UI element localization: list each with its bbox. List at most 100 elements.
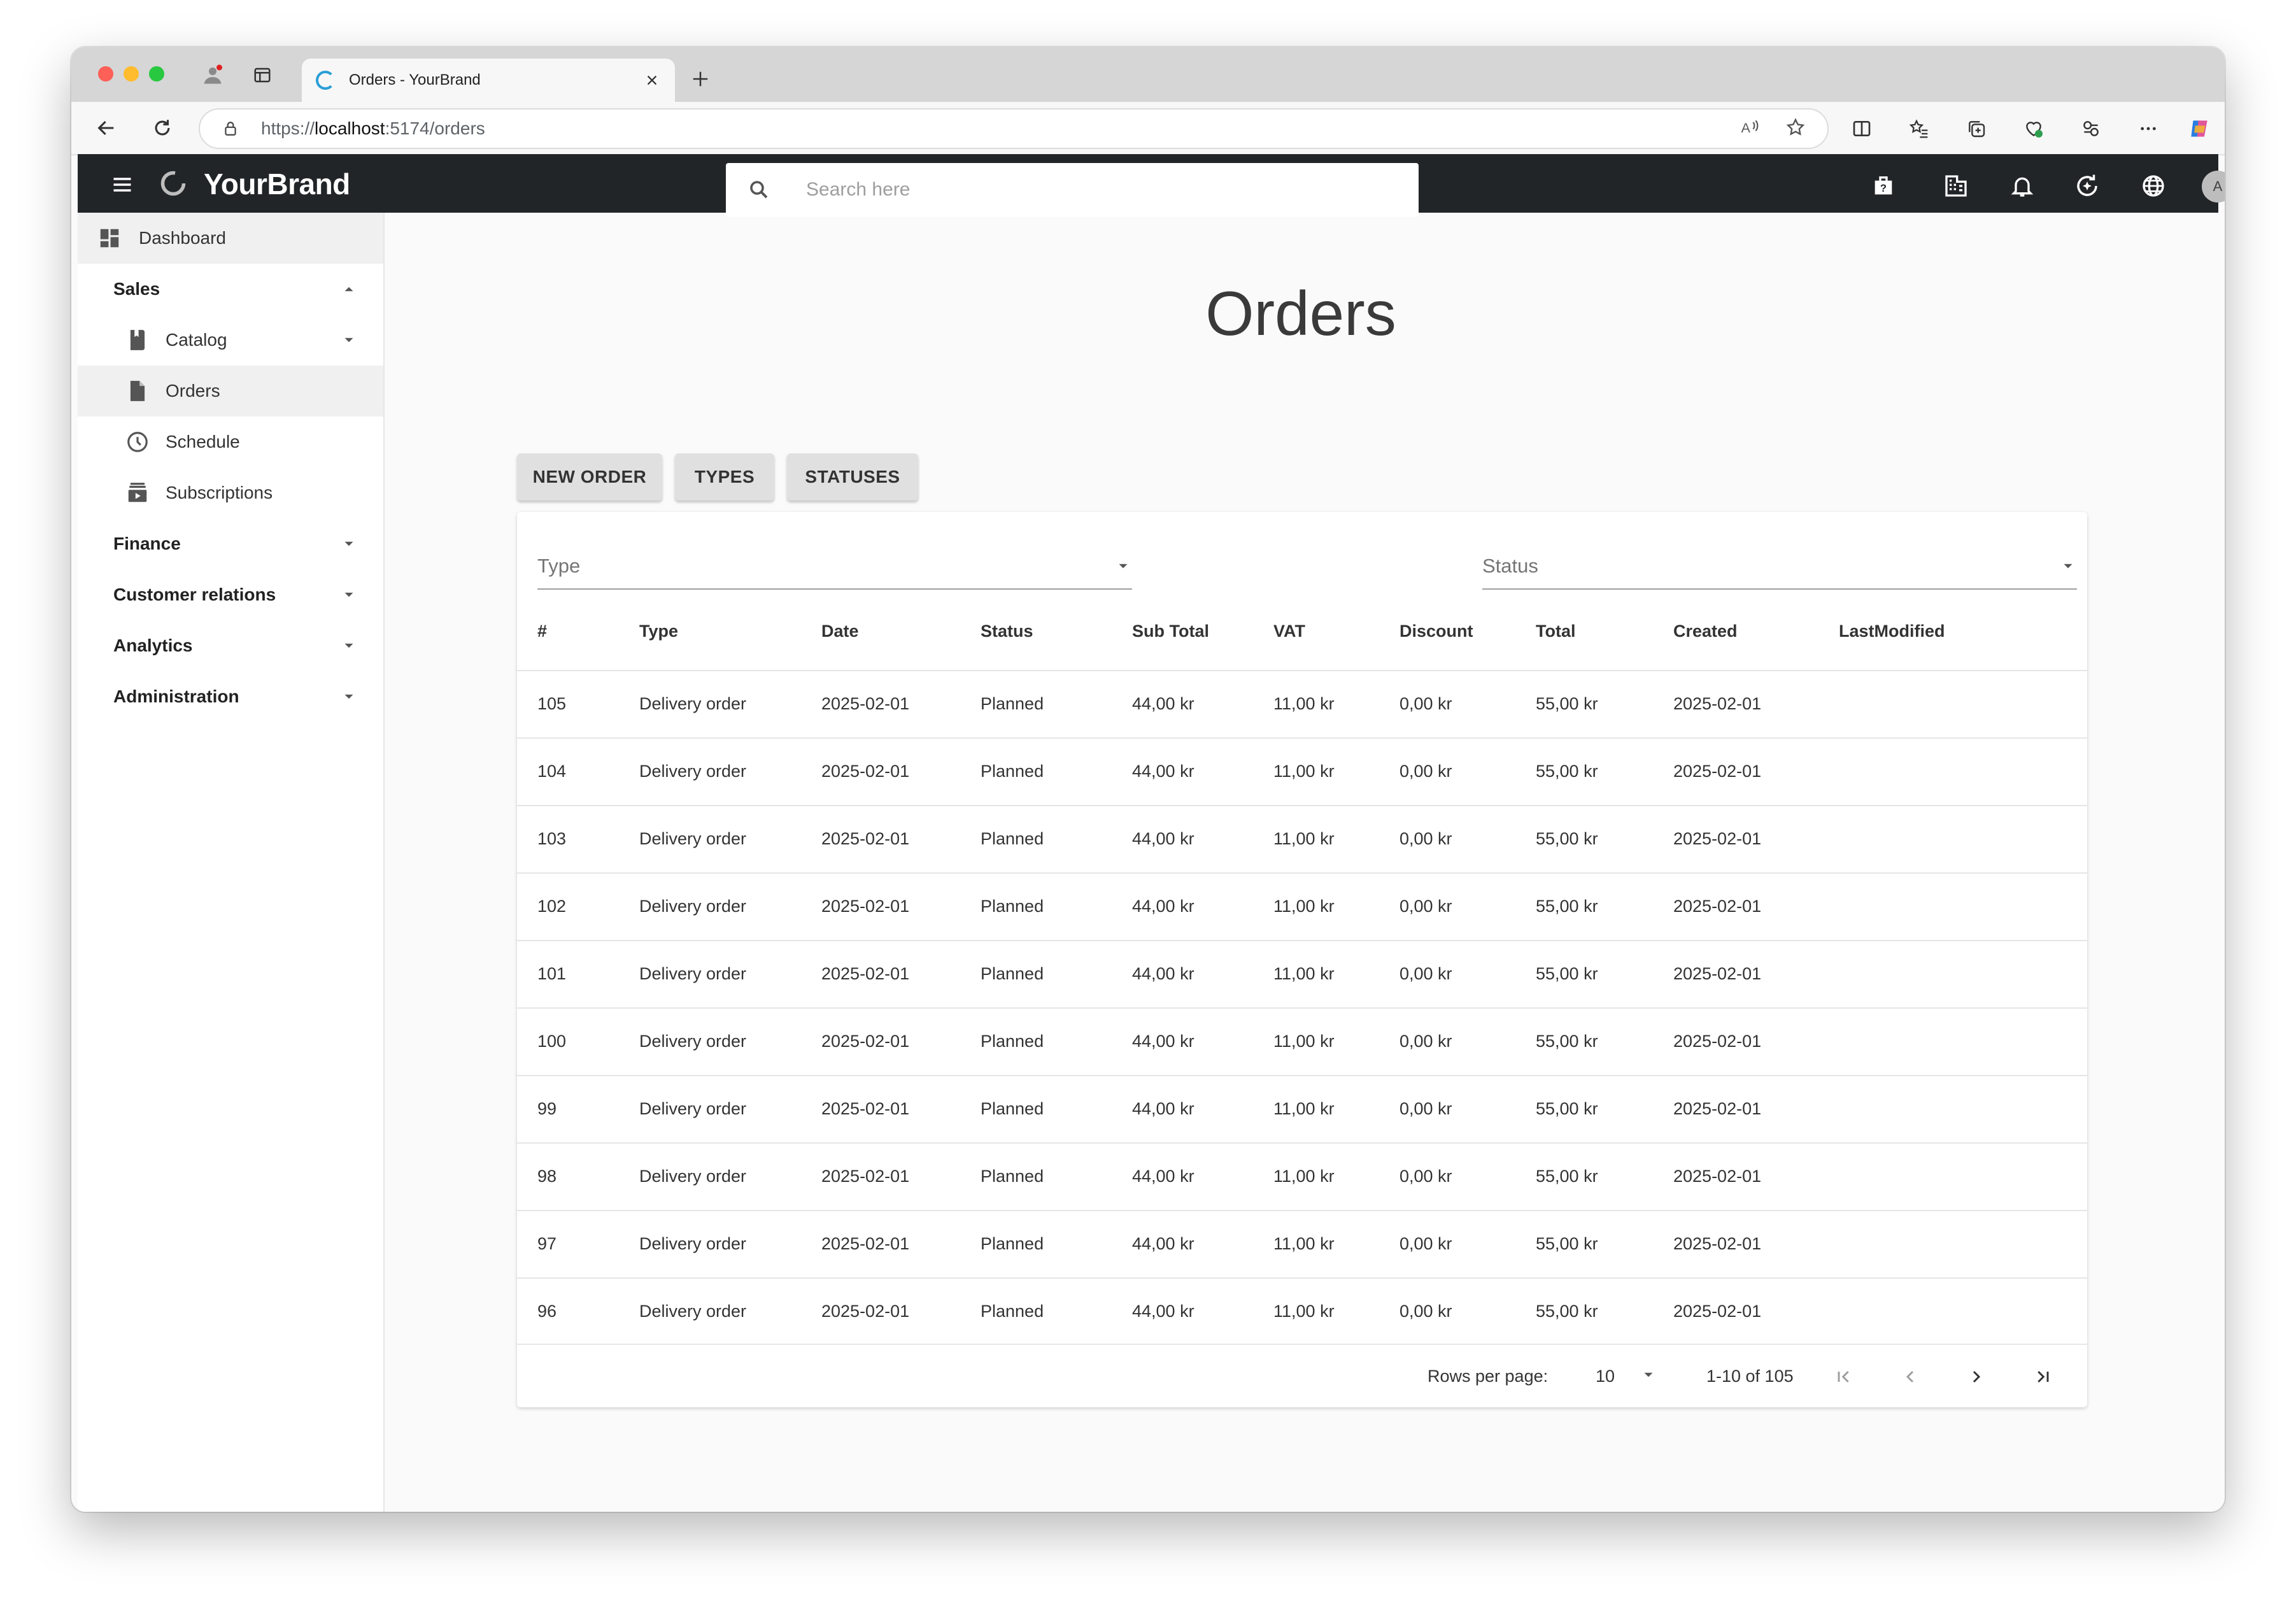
search-box[interactable] — [726, 163, 1419, 217]
site-info-lock-icon[interactable] — [220, 120, 241, 137]
hamburger-icon[interactable] — [107, 169, 138, 200]
chevron-down-icon[interactable] — [1640, 1367, 1657, 1386]
cell-number: 101 — [537, 964, 567, 983]
language-icon[interactable] — [2137, 169, 2170, 203]
new-tab-icon[interactable] — [683, 61, 718, 97]
column-header-created[interactable]: Created — [1673, 622, 1738, 641]
favorites-icon[interactable] — [1904, 113, 1934, 144]
cell-type: Delivery order — [639, 1167, 747, 1186]
cell-created: 2025-02-01 — [1673, 1234, 1762, 1253]
chevron-down-icon — [2059, 557, 2077, 575]
type-filter-select[interactable]: Type — [537, 544, 1132, 590]
cell-number: 105 — [537, 694, 567, 713]
profile-icon[interactable] — [199, 61, 227, 89]
cell-status: Planned — [981, 1234, 1044, 1253]
ai-sync-icon[interactable] — [2071, 169, 2104, 203]
cell-created: 2025-02-01 — [1673, 964, 1762, 983]
browser-essentials-icon[interactable] — [2018, 113, 2049, 144]
cell-date: 2025-02-01 — [821, 1032, 910, 1051]
extensions-icon[interactable] — [2076, 113, 2106, 144]
read-aloud-icon[interactable]: A — [1740, 117, 1760, 141]
column-header-status[interactable]: Status — [981, 622, 1033, 641]
avatar[interactable]: A — [2202, 171, 2225, 203]
maximize-window-button[interactable] — [149, 66, 164, 82]
status-filter-select[interactable]: Status — [1482, 544, 2077, 590]
column-header-total[interactable]: Total — [1536, 622, 1576, 641]
notifications-icon[interactable] — [2006, 169, 2039, 203]
table-row[interactable]: 98 Delivery order 2025-02-01 Planned 44,00 k… — [517, 1142, 2087, 1211]
search-input[interactable] — [805, 178, 1419, 201]
cell-discount: 0,00 kr — [1400, 762, 1452, 781]
rows-per-page-select[interactable]: 10 — [1596, 1367, 1615, 1386]
table-row[interactable]: 97 Delivery order 2025-02-01 Planned 44,00 k… — [517, 1210, 2087, 1279]
column-header-last-modified[interactable]: LastModified — [1839, 622, 1945, 641]
cell-vat: 11,00 kr — [1273, 964, 1335, 983]
types-button[interactable]: TYPES — [675, 453, 774, 501]
help-icon[interactable]: ? — [1867, 169, 1900, 203]
more-options-icon[interactable] — [2133, 113, 2164, 144]
cell-total: 55,00 kr — [1536, 1167, 1598, 1186]
table-row[interactable]: 104 Delivery order 2025-02-01 Planned 44,00 … — [517, 737, 2087, 806]
cell-number: 99 — [537, 1099, 557, 1118]
organization-icon[interactable] — [1939, 169, 1973, 203]
sidebar-group-sales[interactable]: Sales — [78, 264, 383, 315]
browser-tab-active[interactable]: Orders - YourBrand — [302, 59, 675, 102]
sidebar-group-finance[interactable]: Finance — [78, 518, 383, 569]
column-header-discount[interactable]: Discount — [1400, 622, 1473, 641]
cell-subtotal: 44,00 kr — [1132, 1167, 1194, 1186]
sidebar-item-orders[interactable]: Orders — [78, 366, 383, 416]
cell-total: 55,00 kr — [1536, 1099, 1598, 1118]
column-header-vat[interactable]: VAT — [1273, 622, 1305, 641]
cell-discount: 0,00 kr — [1400, 1167, 1452, 1186]
column-header-number[interactable]: # — [537, 622, 547, 641]
sidebar-group-administration[interactable]: Administration — [78, 671, 383, 722]
minimize-window-button[interactable] — [124, 66, 139, 82]
split-screen-icon[interactable] — [1846, 113, 1877, 144]
cell-vat: 11,00 kr — [1273, 897, 1335, 916]
cell-type: Delivery order — [639, 694, 747, 713]
sidebar-item-schedule[interactable]: Schedule — [78, 416, 383, 467]
new-order-button[interactable]: NEW ORDER — [517, 453, 662, 501]
sidebar-group-analytics[interactable]: Analytics — [78, 620, 383, 671]
copilot-icon[interactable] — [2184, 113, 2215, 144]
sidebar-item-catalog[interactable]: Catalog — [78, 315, 383, 366]
table-row[interactable]: 101 Delivery order 2025-02-01 Planned 44,00 … — [517, 940, 2087, 1009]
tab-actions-icon[interactable] — [248, 61, 276, 89]
sidebar-item-dashboard[interactable]: Dashboard — [78, 213, 383, 264]
first-page-icon[interactable] — [1829, 1361, 1859, 1392]
last-page-icon[interactable] — [2027, 1361, 2058, 1392]
reload-icon[interactable] — [146, 112, 178, 144]
cell-discount: 0,00 kr — [1400, 1302, 1452, 1321]
table-row[interactable]: 100 Delivery order 2025-02-01 Planned 44,00 … — [517, 1007, 2087, 1076]
cell-subtotal: 44,00 kr — [1132, 1234, 1194, 1253]
table-row[interactable]: 96 Delivery order 2025-02-01 Planned 44,00 k… — [517, 1277, 2087, 1346]
sidebar-item-subscriptions[interactable]: Subscriptions — [78, 467, 383, 518]
loading-favicon-icon — [316, 71, 335, 90]
cell-discount: 0,00 kr — [1400, 1234, 1452, 1253]
close-window-button[interactable] — [98, 66, 113, 82]
back-icon[interactable] — [90, 112, 122, 144]
table-row[interactable]: 102 Delivery order 2025-02-01 Planned 44,00 … — [517, 872, 2087, 941]
brand-name[interactable]: YourBrand — [204, 167, 350, 201]
url-field[interactable]: https://localhost:5174/orders A — [199, 108, 1829, 149]
column-header-date[interactable]: Date — [821, 622, 859, 641]
chevron-down-icon — [340, 535, 358, 553]
column-header-type[interactable]: Type — [639, 622, 678, 641]
cell-date: 2025-02-01 — [821, 964, 910, 983]
sidebar-item-label: Sales — [113, 279, 160, 299]
table-row[interactable]: 99 Delivery order 2025-02-01 Planned 44,00 k… — [517, 1075, 2087, 1144]
previous-page-icon[interactable] — [1895, 1361, 1925, 1392]
close-tab-icon[interactable] — [638, 66, 666, 94]
chevron-down-icon — [340, 688, 358, 706]
collections-icon[interactable] — [1961, 113, 1992, 144]
favorite-star-icon[interactable] — [1785, 117, 1806, 141]
statuses-button[interactable]: STATUSES — [787, 453, 918, 501]
column-header-subtotal[interactable]: Sub Total — [1132, 622, 1209, 641]
sidebar-item-label: Orders — [166, 381, 220, 401]
table-row[interactable]: 105 Delivery order 2025-02-01 Planned 44,00 … — [517, 670, 2087, 739]
cell-status: Planned — [981, 694, 1044, 713]
sidebar-group-customer-relations[interactable]: Customer relations — [78, 569, 383, 620]
table-row[interactable]: 103 Delivery order 2025-02-01 Planned 44,00 … — [517, 805, 2087, 874]
sidebar-item-label: Schedule — [166, 432, 240, 451]
next-page-icon[interactable] — [1961, 1361, 1992, 1392]
